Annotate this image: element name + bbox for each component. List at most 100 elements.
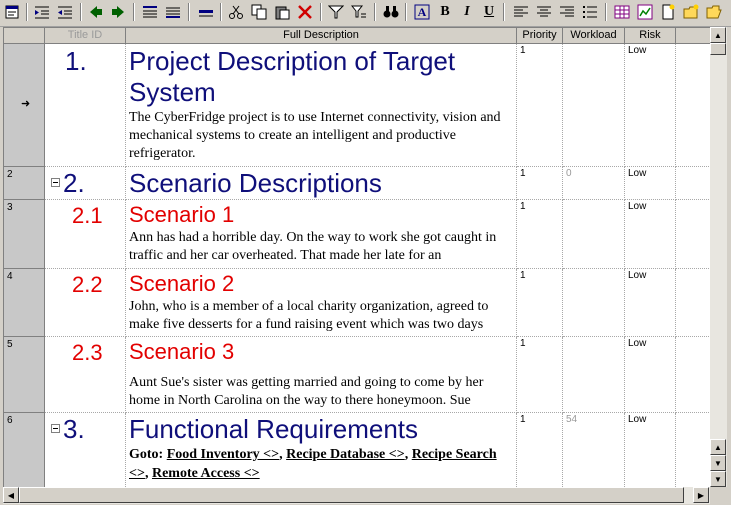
row-number: 3: [7, 202, 13, 213]
collapse-icon[interactable]: [51, 178, 60, 187]
row-header[interactable]: 5: [4, 337, 45, 413]
align-left-icon[interactable]: [140, 2, 160, 22]
header-priority[interactable]: Priority: [517, 28, 563, 44]
collapse-icon[interactable]: [51, 424, 60, 433]
goto-label: Goto:: [129, 447, 164, 462]
properties-icon[interactable]: [2, 2, 22, 22]
risk-value: Low: [628, 414, 647, 425]
arrow-right-icon[interactable]: [108, 2, 128, 22]
sort-icon[interactable]: [349, 2, 369, 22]
header-workload[interactable]: Workload: [563, 28, 625, 44]
title-id-cell[interactable]: 1.: [45, 44, 126, 167]
scroll-up-icon[interactable]: ▲: [710, 27, 726, 43]
risk-cell[interactable]: Low: [625, 337, 676, 413]
line-icon[interactable]: [196, 2, 216, 22]
workload-cell[interactable]: 0: [563, 167, 625, 200]
link-recipe-database[interactable]: Recipe Database <>: [286, 447, 405, 462]
font-color-icon[interactable]: A: [412, 2, 432, 22]
scroll-down-icon[interactable]: ▼: [710, 471, 726, 487]
delete-icon[interactable]: [295, 2, 315, 22]
title-id: 3.: [63, 414, 85, 444]
paste-icon[interactable]: [272, 2, 292, 22]
scroll-right-icon[interactable]: ▶: [693, 487, 709, 503]
workload-cell[interactable]: 54: [563, 413, 625, 487]
workload-cell[interactable]: [563, 44, 625, 167]
italic-icon[interactable]: I: [457, 2, 477, 22]
new-folder-icon[interactable]: [681, 2, 701, 22]
filter-icon[interactable]: [326, 2, 346, 22]
requirement-description: The CyberFridge project is to use Intern…: [129, 110, 501, 161]
title-id: 1.: [65, 46, 87, 76]
priority-cell[interactable]: 1: [517, 167, 563, 200]
new-document-icon[interactable]: [658, 2, 678, 22]
chart-icon[interactable]: [635, 2, 655, 22]
requirement-description: Ann has had a horrible day. On the way t…: [129, 230, 497, 263]
header-title-id[interactable]: Title ID: [45, 28, 126, 44]
title-id: 2.3: [72, 340, 103, 365]
bullets-icon[interactable]: [580, 2, 600, 22]
risk-cell[interactable]: Low: [625, 200, 676, 269]
link-remote-access[interactable]: Remote Access <>: [152, 466, 260, 481]
risk-cell[interactable]: Low: [625, 269, 676, 337]
horizontal-scrollbar[interactable]: ◀ ▶: [3, 487, 710, 504]
priority-cell[interactable]: 1: [517, 413, 563, 487]
underline-icon[interactable]: U: [479, 2, 499, 22]
open-folder-icon[interactable]: [704, 2, 724, 22]
row-number: 2: [7, 169, 13, 180]
description-cell[interactable]: Project Description of Target System The…: [126, 44, 517, 167]
text-align-center-icon[interactable]: [534, 2, 554, 22]
description-cell[interactable]: Scenario 2 John, who is a member of a lo…: [126, 269, 517, 337]
copy-icon[interactable]: [249, 2, 269, 22]
indent-icon[interactable]: [32, 2, 52, 22]
risk-cell[interactable]: Low: [625, 413, 676, 487]
align-justify-icon[interactable]: [163, 2, 183, 22]
priority-cell[interactable]: 1: [517, 269, 563, 337]
horizontal-scroll-thumb[interactable]: [19, 487, 684, 503]
text-align-right-icon[interactable]: [557, 2, 577, 22]
header-full-description[interactable]: Full Description: [126, 28, 517, 44]
row-header[interactable]: 2: [4, 167, 45, 200]
risk-cell[interactable]: Low: [625, 167, 676, 200]
row-header[interactable]: 3: [4, 200, 45, 269]
scroll-down-icon-secondary[interactable]: ▼: [710, 455, 726, 471]
title-id-cell[interactable]: 2.3: [45, 337, 126, 413]
scroll-up-icon-secondary[interactable]: ▲: [710, 439, 726, 455]
priority-cell[interactable]: 1: [517, 200, 563, 269]
priority-cell[interactable]: 1: [517, 337, 563, 413]
blank-cell: [676, 337, 710, 413]
workload-cell[interactable]: [563, 200, 625, 269]
description-cell[interactable]: Scenario 1 Ann has had a horrible day. O…: [126, 200, 517, 269]
title-id: 2.1: [72, 203, 103, 228]
description-cell[interactable]: Scenario Descriptions: [126, 167, 517, 200]
header-risk[interactable]: Risk: [625, 28, 676, 44]
priority-value: 1: [520, 168, 526, 179]
title-id-cell[interactable]: 3.: [45, 413, 126, 487]
title-id-cell[interactable]: 2.1: [45, 200, 126, 269]
row-header[interactable]: 4: [4, 269, 45, 337]
outdent-icon[interactable]: [55, 2, 75, 22]
title-id-cell[interactable]: 2.: [45, 167, 126, 200]
title-id-cell[interactable]: 2.2: [45, 269, 126, 337]
text-align-left-icon[interactable]: [511, 2, 531, 22]
scroll-left-icon[interactable]: ◀: [3, 487, 19, 503]
find-icon[interactable]: [381, 2, 401, 22]
risk-value: Low: [628, 338, 647, 349]
arrow-left-icon[interactable]: [86, 2, 106, 22]
row-header[interactable]: 6: [4, 413, 45, 487]
workload-cell[interactable]: [563, 269, 625, 337]
pointer-icon: ➜: [21, 98, 31, 110]
description-cell[interactable]: Functional Requirements Goto: Food Inven…: [126, 413, 517, 487]
priority-cell[interactable]: 1: [517, 44, 563, 167]
vertical-scroll-thumb[interactable]: [710, 43, 726, 55]
link-food-inventory[interactable]: Food Inventory <>: [167, 447, 279, 462]
description-cell[interactable]: Scenario 3 Aunt Sue's sister was getting…: [126, 337, 517, 413]
table-icon[interactable]: [612, 2, 632, 22]
risk-cell[interactable]: Low: [625, 44, 676, 167]
vertical-scrollbar[interactable]: ▲ ▲ ▼ ▼: [710, 27, 727, 487]
row-header[interactable]: ➜: [4, 44, 45, 167]
risk-value: Low: [628, 270, 647, 281]
cut-icon[interactable]: [226, 2, 246, 22]
workload-cell[interactable]: [563, 337, 625, 413]
bold-icon[interactable]: B: [435, 2, 455, 22]
requirements-window: A B I U Title ID Full Description Priori…: [0, 0, 731, 505]
